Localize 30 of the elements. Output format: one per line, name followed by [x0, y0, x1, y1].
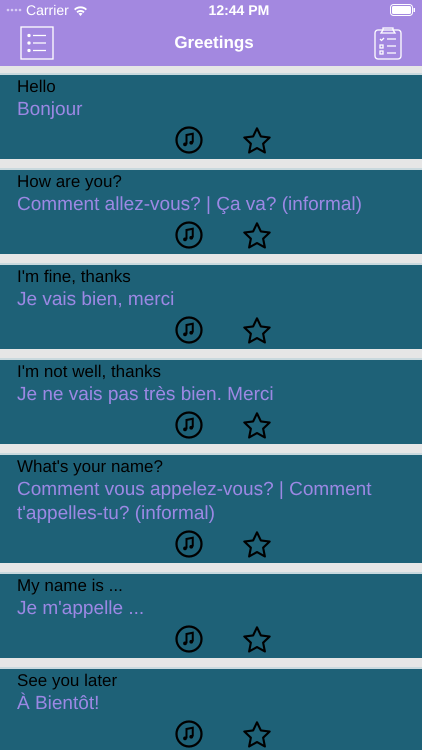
carrier-label: Carrier [26, 0, 69, 20]
music-note-icon[interactable] [174, 125, 204, 155]
wifi-icon [72, 4, 88, 16]
music-note-icon[interactable] [174, 529, 204, 559]
music-note-icon[interactable] [174, 624, 204, 654]
clock: 12:44 PM [208, 0, 270, 20]
music-note-icon[interactable] [174, 315, 204, 345]
french-text: Je m'appelle ... [17, 597, 146, 621]
french-text: Comment allez-vous? | Ça va? (informal) [17, 193, 363, 217]
english-text: I'm fine, thanks [17, 266, 132, 288]
signal-icon [6, 8, 22, 12]
french-text: À Bientôt! [17, 692, 100, 716]
english-text: Hello [17, 76, 57, 98]
english-text: What's your name? [17, 456, 164, 478]
music-note-icon[interactable] [174, 410, 204, 440]
french-text: Je ne vais pas très bien. Merci [17, 383, 275, 407]
english-text: See you later [17, 670, 118, 692]
menu-icon[interactable] [20, 26, 54, 60]
nav-title: Greetings [174, 32, 254, 54]
french-text: Je vais bien, merci [17, 288, 176, 312]
music-note-icon[interactable] [174, 220, 204, 250]
battery-icon [390, 4, 416, 16]
star-icon[interactable] [241, 719, 273, 750]
french-text: Bonjour [17, 98, 84, 122]
music-note-icon[interactable] [174, 719, 204, 749]
clipboard-icon[interactable] [374, 26, 402, 60]
french-text: Comment vous appelez-vous? | Comment t'appelles-tu? (informal) [17, 478, 372, 526]
english-text: How are you? [17, 171, 123, 193]
english-text: My name is ... [17, 575, 124, 597]
english-text: I'm not well, thanks [17, 361, 162, 383]
